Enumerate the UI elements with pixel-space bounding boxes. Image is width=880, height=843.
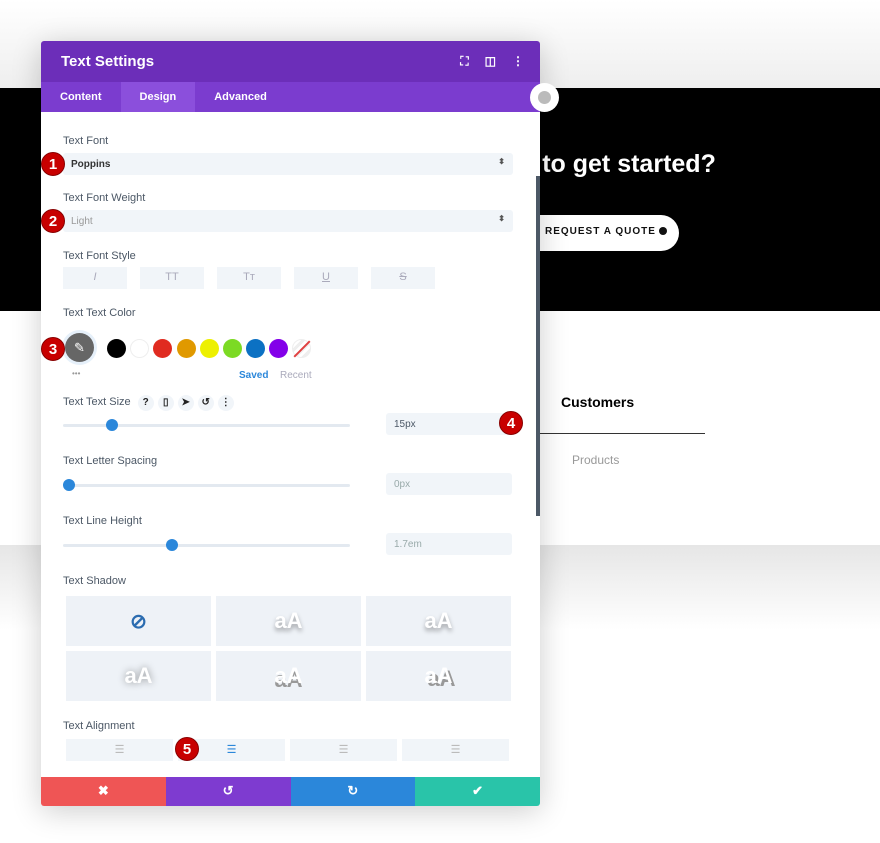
font-weight-value: Light [71,216,93,227]
more-options-icon[interactable]: ⋮ [512,54,524,69]
color-swatch[interactable] [153,339,173,358]
text-shadow-presets: ⊘ aA aA aA aA aA [66,596,511,701]
shadow-preset[interactable]: aA [216,651,361,701]
step-badge: 2 [41,209,65,233]
font-value: Poppins [71,159,111,170]
arrow-circle-icon [658,227,667,236]
slider-handle[interactable] [166,539,179,551]
responsive-icon[interactable]: ▯ [157,395,174,411]
color-swatch[interactable] [223,339,242,358]
more-colors-icon[interactable]: ••• [72,369,80,378]
color-swatch[interactable] [246,339,266,358]
uppercase-button[interactable]: TT [140,267,204,289]
letter-spacing-input[interactable]: 0px [386,473,512,495]
cancel-button[interactable]: ✖ [41,777,166,806]
text-shadow-label: Text Shadow [63,575,126,587]
panel-title: Text Settings [61,53,155,70]
shadow-preset[interactable]: aA [216,596,361,646]
color-swatch[interactable] [107,339,126,358]
line-height-slider[interactable] [63,539,350,551]
tab-content[interactable]: Content [41,82,121,112]
undo-button[interactable]: ↺ [165,777,291,806]
shadow-none-icon[interactable]: ⊘ [66,596,211,646]
step-badge: 4 [499,411,523,435]
tab-design[interactable]: Design [120,82,196,112]
text-settings-panel: Text Settings ⛶ ◫ ⋮ Content Design Advance… [41,41,540,806]
slider-handle[interactable] [106,419,119,431]
tab-customers[interactable]: Customers [561,394,634,410]
step-badge: 1 [41,152,65,176]
step-badge: 5 [175,737,199,761]
panel-header: Text Settings ⛶ ◫ ⋮ [41,41,540,82]
font-label: Text Font [63,135,109,147]
recent-colors-tab[interactable]: Recent [280,370,312,381]
split-view-icon[interactable]: ◫ [485,54,496,69]
line-height-label: Text Line Height [63,515,142,527]
text-alignment-label: Text Alignment [63,720,135,732]
select-arrows-icon: ⬍ [498,157,505,166]
text-color-label: Text Text Color [63,307,136,319]
redo-button[interactable]: ↻ [290,777,416,806]
saved-colors-tab[interactable]: Saved [239,370,268,381]
font-weight-select[interactable]: Light ⬍ [63,210,513,232]
slider-handle[interactable] [63,479,75,491]
fullscreen-icon[interactable]: ⛶ [460,54,468,69]
reset-icon[interactable]: ↺ [197,395,214,411]
text-size-label: Text Text Size ? ▯ ➤ ↺ ⋮ [63,395,234,411]
color-swatch[interactable] [176,339,196,358]
text-size-input[interactable]: 15px [386,413,512,435]
letter-spacing-label: Text Letter Spacing [63,455,158,467]
scrollbar[interactable] [536,176,540,516]
letter-spacing-slider[interactable] [63,479,350,491]
quote-label: REQUEST A QUOTE [545,226,656,237]
hover-icon[interactable]: ➤ [177,395,194,411]
align-right-button[interactable]: ☰ [290,739,397,761]
globe-icon[interactable] [530,83,559,112]
underline-button[interactable]: U [294,267,358,289]
shadow-preset[interactable]: aA [366,596,511,646]
color-swatch[interactable] [269,339,289,358]
tab-underline [520,433,705,434]
save-button[interactable]: ✔ [415,777,540,806]
text-size-label-text: Text Text Size [63,396,131,408]
eyedropper-icon[interactable]: ✎ [65,333,94,362]
shadow-preset[interactable]: aA [366,651,511,701]
transparent-swatch[interactable] [292,339,311,358]
shadow-preset[interactable]: aA [66,651,211,701]
color-swatch[interactable] [199,339,219,358]
text-size-slider[interactable] [63,419,350,431]
step-badge: 3 [41,337,65,361]
color-swatch[interactable] [130,339,150,358]
align-left-button[interactable]: ☰ [66,739,173,761]
font-style-label: Text Font Style [63,250,136,262]
panel-tabs: Content Design Advanced [41,82,540,112]
italic-button[interactable]: I [63,267,127,289]
font-weight-label: Text Font Weight [63,192,146,204]
font-select[interactable]: Poppins ⬍ [63,153,513,175]
capitalize-button[interactable]: Tт [217,267,281,289]
cta-headline: d to get started? [520,150,716,178]
strikethrough-button[interactable]: S [371,267,435,289]
tab-products[interactable]: Products [572,453,619,467]
options-icon[interactable]: ⋮ [217,395,234,411]
select-arrows-icon: ⬍ [498,214,505,223]
align-justify-button[interactable]: ☰ [402,739,509,761]
tab-advanced[interactable]: Advanced [195,82,286,112]
help-icon[interactable]: ? [137,395,154,411]
line-height-input[interactable]: 1.7em [386,533,512,555]
